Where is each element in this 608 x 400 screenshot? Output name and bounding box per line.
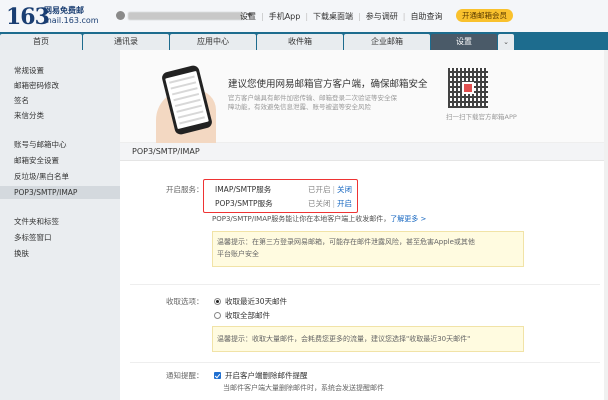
sidebar-item-folders[interactable]: 文件夹和标签 xyxy=(0,215,120,228)
tab-home[interactable]: 首页 xyxy=(0,34,82,50)
learn-more-link[interactable]: 了解更多 > xyxy=(390,215,426,223)
notify-label: 通知提醒： xyxy=(166,371,204,380)
radio-all[interactable] xyxy=(214,312,221,319)
service-status-imap: 已开启 | 关闭 xyxy=(308,185,353,194)
logo-line1: 网易免费邮 xyxy=(44,6,84,15)
link-survey[interactable]: 参与调研 xyxy=(366,11,398,22)
logo-subtitle: 网易免费邮 mail.163.com xyxy=(44,6,99,26)
settings-sidebar: 常规设置 邮箱密码修改 签名 来信分类 账号与邮箱中心 邮箱安全设置 反垃圾/黑… xyxy=(0,50,120,400)
pop3-toggle-link[interactable]: 开启 xyxy=(337,199,352,208)
notify-checkbox-row[interactable]: 开启客户端删除邮件提醒 xyxy=(214,370,308,381)
service-status-pop3: 已关闭 | 开启 xyxy=(308,199,353,208)
tab-inbox[interactable]: 收件箱 xyxy=(257,34,343,50)
user-account[interactable]: ▼ xyxy=(116,11,252,20)
promo-title: 建议您使用网易邮箱官方客户端，确保邮箱安全 xyxy=(228,79,428,90)
tab-more-chevron-icon[interactable]: ⌄ xyxy=(498,34,514,50)
logo-line2: mail.163.com xyxy=(44,16,99,25)
qr-code xyxy=(448,68,488,108)
service-note: POP3/SMTP/IMAP服务能让你在本地客户端上收发邮件，了解更多 > xyxy=(212,215,427,223)
divider xyxy=(130,284,600,285)
user-email-blurred xyxy=(128,11,244,20)
sidebar-item-account-center[interactable]: 账号与邮箱中心 xyxy=(0,138,120,151)
notify-checkbox[interactable] xyxy=(214,372,221,379)
link-desktop[interactable]: 下载桌面端 xyxy=(313,11,353,22)
link-settings[interactable]: 设置 xyxy=(240,11,256,22)
logo[interactable]: 163 xyxy=(6,4,50,30)
section-title: POP3/SMTP/IMAP xyxy=(120,143,608,161)
sidebar-item-signature[interactable]: 签名 xyxy=(0,94,120,107)
promo-description: 官方客户端具有邮件加密传输、邮箱登录二次验证等安全保障功能，有效避免信息泄露、账… xyxy=(228,94,397,111)
scrollbar[interactable] xyxy=(604,50,608,400)
avatar[interactable] xyxy=(116,11,125,20)
receive-options-label: 收取选项： xyxy=(166,297,204,306)
link-self-service[interactable]: 自助查询 xyxy=(410,11,442,22)
notify-subnote: 当邮件客户端大量删除邮件时，系统会发送提醒邮件 xyxy=(223,384,384,392)
security-tip-line1: 温馨提示：在第三方登录网易邮箱，可能存在邮件泄露风险，甚至危害Apple或其他 xyxy=(217,238,475,246)
sidebar-item-security[interactable]: 邮箱安全设置 xyxy=(0,154,120,167)
tab-settings[interactable]: 设置 xyxy=(431,34,497,50)
security-tip-box: 温馨提示：在第三方登录网易邮箱，可能存在邮件泄露风险，甚至危害Apple或其他 … xyxy=(212,231,524,267)
tab-enterprise[interactable]: 企业邮箱 xyxy=(344,34,430,50)
receive-option-30days[interactable]: 收取最近30天邮件 xyxy=(214,296,287,307)
imap-toggle-link[interactable]: 关闭 xyxy=(337,185,352,194)
security-tip-line2: 平台账户安全 xyxy=(217,250,259,258)
receive-option-all[interactable]: 收取全部邮件 xyxy=(214,310,270,321)
sidebar-item-filters[interactable]: 来信分类 xyxy=(0,109,120,122)
top-header: 163 网易免费邮 mail.163.com ▼ 设置 | 手机App | 下载桌面… xyxy=(0,0,608,32)
tab-contacts[interactable]: 通讯录 xyxy=(83,34,169,50)
sidebar-item-skin[interactable]: 换肤 xyxy=(0,247,120,260)
enable-services-label: 开启服务： xyxy=(166,185,204,194)
sidebar-item-password[interactable]: 邮箱密码修改 xyxy=(0,79,120,92)
client-promo-banner: 建议您使用网易邮箱官方客户端，确保邮箱安全 官方客户端具有邮件加密传输、邮箱登录… xyxy=(120,50,608,144)
qr-caption: 扫一扫下载官方邮箱APP xyxy=(446,113,517,121)
qr-logo-icon xyxy=(462,82,474,94)
vip-button[interactable]: 开通邮箱会员 xyxy=(456,9,513,22)
settings-main: 建议您使用网易邮箱官方客户端，确保邮箱安全 官方客户端具有邮件加密传输、邮箱登录… xyxy=(120,50,608,400)
sidebar-item-pop3-smtp-imap[interactable]: POP3/SMTP/IMAP xyxy=(0,186,120,199)
service-name-imap: IMAP/SMTP服务 xyxy=(215,185,272,194)
sidebar-item-multi-tab[interactable]: 多标签窗口 xyxy=(0,231,120,244)
nav-tabs: 首页 通讯录 应用中心 收件箱 企业邮箱 设置 ⌄ xyxy=(0,32,608,50)
sidebar-item-general[interactable]: 常规设置 xyxy=(0,64,120,77)
receive-tip-box: 温馨提示：收取大量邮件，会耗费您更多的流量，建议您选择"收取最近30天邮件" xyxy=(212,326,524,352)
link-mobile-app[interactable]: 手机App xyxy=(269,11,301,22)
top-links: 设置 | 手机App | 下载桌面端 | 参与调研 | 自助查询 xyxy=(240,11,443,22)
tab-apps[interactable]: 应用中心 xyxy=(170,34,256,50)
sidebar-item-antispam[interactable]: 反垃圾/黑白名单 xyxy=(0,170,120,183)
radio-30days[interactable] xyxy=(214,298,221,305)
service-name-pop3: POP3/SMTP服务 xyxy=(215,199,273,208)
divider xyxy=(130,362,600,363)
